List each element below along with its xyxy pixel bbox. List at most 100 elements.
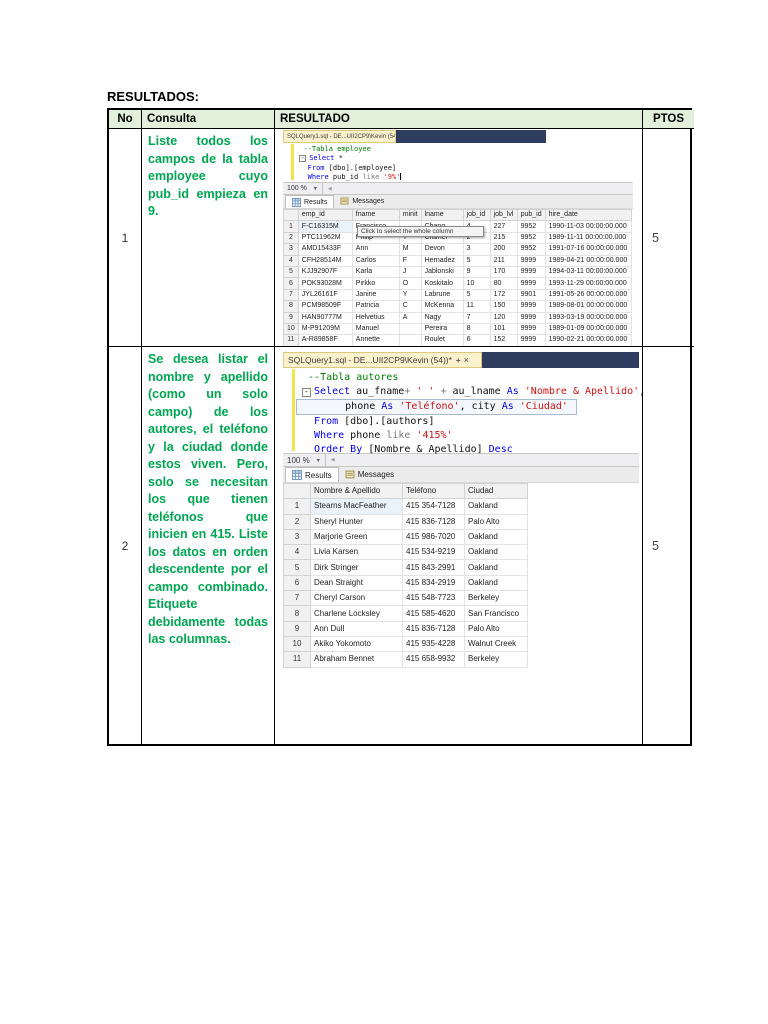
- row-number[interactable]: 11: [284, 335, 299, 346]
- grid-cell[interactable]: Jablonski: [421, 266, 463, 277]
- grid-cell[interactable]: F: [399, 255, 421, 266]
- grid-cell[interactable]: 10: [463, 278, 490, 289]
- grid-cell[interactable]: Nagy: [421, 312, 463, 323]
- column-header[interactable]: Teléfono: [403, 484, 465, 499]
- grid-cell[interactable]: JYL26161F: [298, 289, 352, 300]
- grid-cell[interactable]: Stearns MacFeather: [311, 499, 403, 514]
- grid-cell[interactable]: Ann Dull: [311, 621, 403, 636]
- grid-cell[interactable]: Koskitalo: [421, 278, 463, 289]
- grid-cell[interactable]: 5: [463, 255, 490, 266]
- column-header[interactable]: Ciudad: [465, 484, 528, 499]
- grid-cell[interactable]: Annette: [352, 335, 399, 346]
- grid-cell[interactable]: 170: [490, 266, 517, 277]
- grid-cell[interactable]: A-R89858F: [298, 335, 352, 346]
- grid-cell[interactable]: Marjorie Green: [311, 529, 403, 544]
- column-header[interactable]: minit: [399, 210, 421, 221]
- grid-cell[interactable]: Palo Alto: [465, 621, 528, 636]
- grid-cell[interactable]: PTC11962M: [298, 232, 352, 243]
- grid-cell[interactable]: CFH28514M: [298, 255, 352, 266]
- grid-cell[interactable]: Manuel: [352, 323, 399, 334]
- grid-cell[interactable]: Y: [399, 289, 421, 300]
- grid-cell[interactable]: 1991-07-16 00:00:00.000: [545, 244, 631, 255]
- grid-cell[interactable]: Hernadez: [421, 255, 463, 266]
- grid-cell[interactable]: Charlene Locksley: [311, 606, 403, 621]
- grid-cell[interactable]: J: [399, 266, 421, 277]
- row-number[interactable]: 3: [284, 529, 311, 544]
- grid-cell[interactable]: 9952: [517, 244, 545, 255]
- sql-document-tab[interactable]: SQLQuery1.sql - DE...UII2CP9\Kevin (54))…: [283, 130, 396, 143]
- grid-cell[interactable]: 415 986-7020: [403, 529, 465, 544]
- grid-cell[interactable]: Oakland: [465, 499, 528, 514]
- grid-cell[interactable]: Carlos: [352, 255, 399, 266]
- grid-cell[interactable]: 415 843-2991: [403, 560, 465, 575]
- grid-cell[interactable]: AMD15433F: [298, 244, 352, 255]
- grid-cell[interactable]: Oakland: [465, 560, 528, 575]
- sql-code[interactable]: --Tabla autores-Select au_fname+ ' ' + a…: [296, 368, 643, 453]
- row-number[interactable]: 2: [284, 514, 311, 529]
- grid-cell[interactable]: 172: [490, 289, 517, 300]
- grid-cell[interactable]: Walnut Creek: [465, 636, 528, 651]
- sql-editor[interactable]: --Tabla autores-Select au_fname+ ' ' + a…: [283, 368, 639, 453]
- grid-cell[interactable]: Pereira: [421, 323, 463, 334]
- row-number[interactable]: 10: [284, 323, 299, 334]
- row-number[interactable]: 7: [284, 289, 299, 300]
- row-number[interactable]: 9: [284, 621, 311, 636]
- column-header[interactable]: pub_id: [517, 210, 545, 221]
- scroll-left-icon[interactable]: ◀: [328, 186, 332, 192]
- grid-cell[interactable]: Patricia: [352, 301, 399, 312]
- grid-cell[interactable]: 211: [490, 255, 517, 266]
- grid-cell[interactable]: Oakland: [465, 575, 528, 590]
- grid-cell[interactable]: Palo Alto: [465, 514, 528, 529]
- column-header[interactable]: job_id: [463, 210, 490, 221]
- grid-cell[interactable]: Dirk Stringer: [311, 560, 403, 575]
- grid-cell[interactable]: Devon: [421, 244, 463, 255]
- grid-cell[interactable]: 101: [490, 323, 517, 334]
- grid-cell[interactable]: 9999: [517, 312, 545, 323]
- grid-cell[interactable]: 9952: [517, 221, 545, 232]
- grid-cell[interactable]: Akiko Yokomoto: [311, 636, 403, 651]
- grid-cell[interactable]: Abraham Bennet: [311, 652, 403, 667]
- grid-cell[interactable]: 415 658-9932: [403, 652, 465, 667]
- grid-cell[interactable]: Janine: [352, 289, 399, 300]
- grid-cell[interactable]: KJJ92907F: [298, 266, 352, 277]
- grid-cell[interactable]: Karla: [352, 266, 399, 277]
- row-number[interactable]: 5: [284, 560, 311, 575]
- grid-cell[interactable]: 9999: [517, 278, 545, 289]
- row-number[interactable]: 6: [284, 278, 299, 289]
- grid-cell[interactable]: 80: [490, 278, 517, 289]
- grid-cell[interactable]: 227: [490, 221, 517, 232]
- grid-cell[interactable]: A: [399, 312, 421, 323]
- close-icon[interactable]: ×: [464, 355, 469, 365]
- scroll-left-icon[interactable]: ◀: [331, 457, 335, 463]
- chevron-down-icon[interactable]: ▾: [317, 457, 320, 464]
- row-number[interactable]: 3: [284, 244, 299, 255]
- grid-cell[interactable]: 8: [463, 323, 490, 334]
- grid-cell[interactable]: 9952: [517, 232, 545, 243]
- tab-results[interactable]: Results: [285, 467, 339, 482]
- row-number[interactable]: 4: [284, 255, 299, 266]
- sql-editor[interactable]: --Tabla employee-Select *From [dbo].[emp…: [283, 143, 633, 182]
- grid-cell[interactable]: 415 534-9219: [403, 545, 465, 560]
- grid-cell[interactable]: Berkeley: [465, 652, 528, 667]
- grid-cell[interactable]: 415 834-2919: [403, 575, 465, 590]
- grid-cell[interactable]: 9999: [517, 255, 545, 266]
- grid-cell[interactable]: Ann: [352, 244, 399, 255]
- grid-cell[interactable]: Cheryl Carson: [311, 591, 403, 606]
- grid-cell[interactable]: 415 836-7128: [403, 514, 465, 529]
- grid-cell[interactable]: M: [399, 244, 421, 255]
- grid-cell[interactable]: 9999: [517, 266, 545, 277]
- row-number[interactable]: 8: [284, 301, 299, 312]
- grid-cell[interactable]: San Francisco: [465, 606, 528, 621]
- grid-cell[interactable]: 3: [463, 244, 490, 255]
- tab-messages[interactable]: Messages: [334, 195, 390, 208]
- grid-cell[interactable]: Oakland: [465, 529, 528, 544]
- grid-cell[interactable]: Helvetius: [352, 312, 399, 323]
- grid-cell[interactable]: F-C16315M: [298, 221, 352, 232]
- column-header[interactable]: lname: [421, 210, 463, 221]
- grid-cell[interactable]: 1991-05-26 00:00:00.000: [545, 289, 631, 300]
- pin-icon[interactable]: +: [456, 356, 461, 365]
- grid-cell[interactable]: HAN90777M: [298, 312, 352, 323]
- grid-cell[interactable]: PCM98509F: [298, 301, 352, 312]
- grid-cell[interactable]: 9999: [517, 323, 545, 334]
- row-number[interactable]: 8: [284, 606, 311, 621]
